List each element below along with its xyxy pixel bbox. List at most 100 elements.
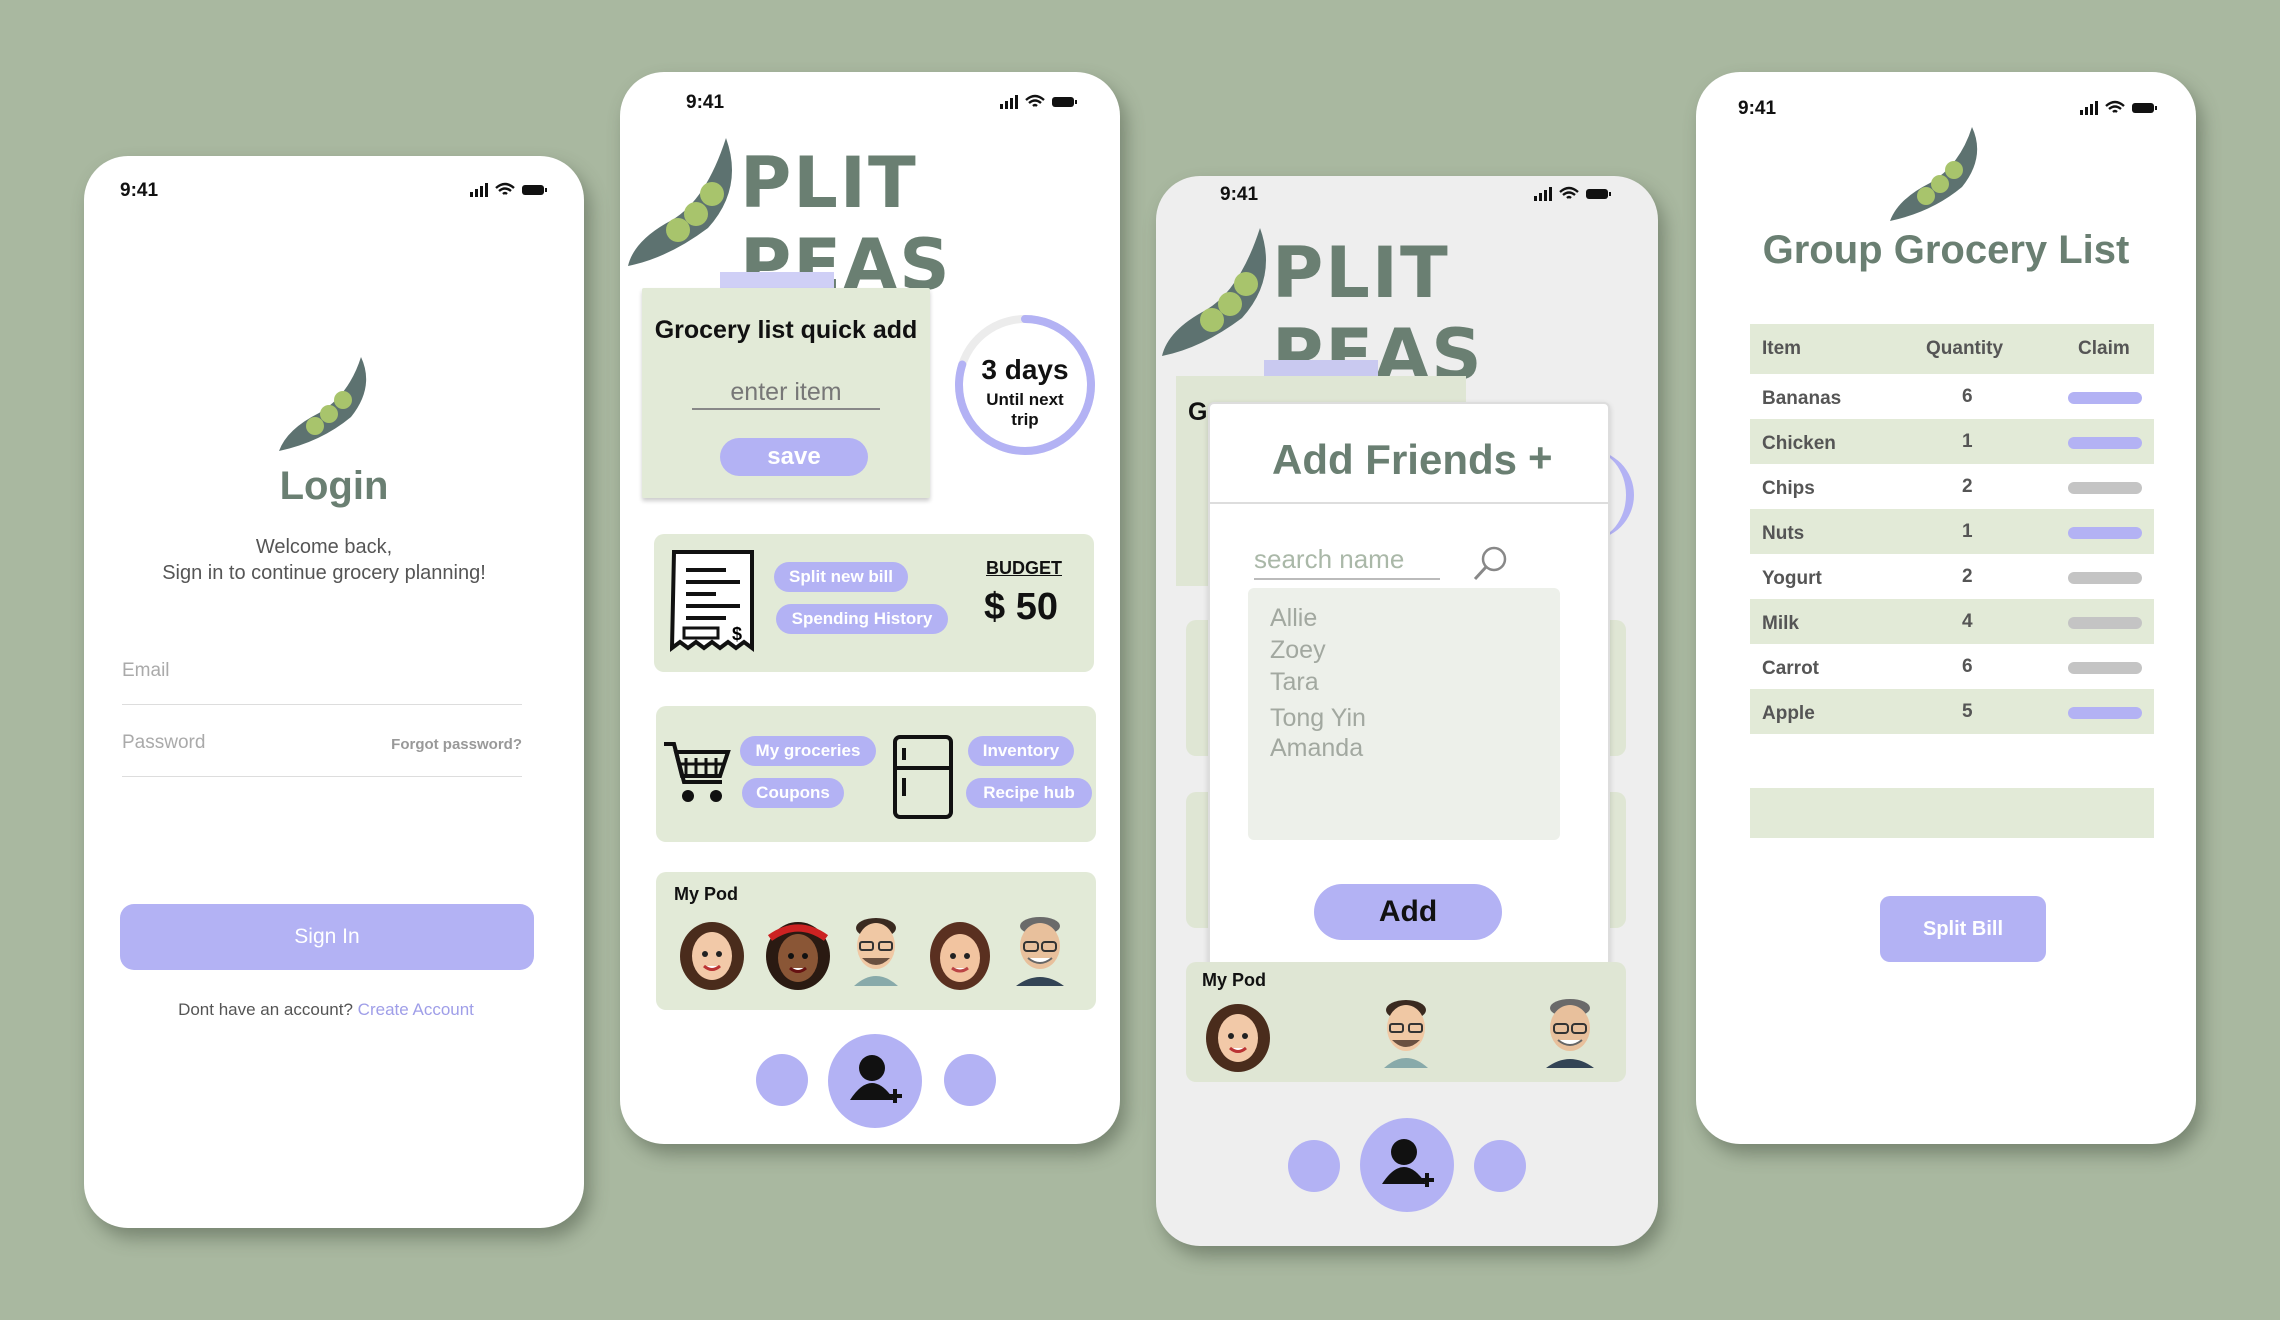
cell-quantity: 2 bbox=[1962, 566, 1973, 587]
table-row: Chicken 1 bbox=[1750, 419, 2154, 464]
cell-item: Yogurt bbox=[1762, 568, 1822, 589]
days-caption-1: Until next bbox=[986, 390, 1064, 409]
status-icons bbox=[1000, 94, 1080, 116]
add-item-row[interactable] bbox=[1750, 788, 2154, 838]
add-friends-screen: 9:41 PLIT PEAS G Add Friends + search na… bbox=[1156, 176, 1658, 1246]
friend-name-4[interactable]: Tong Yin bbox=[1270, 704, 1366, 733]
enter-item-input[interactable]: enter item bbox=[692, 378, 880, 410]
inventory-button[interactable]: Inventory bbox=[968, 736, 1074, 766]
split-bill-button[interactable]: Split Bill bbox=[1880, 896, 2046, 962]
claim-toggle[interactable] bbox=[2068, 662, 2142, 674]
cell-item: Chicken bbox=[1762, 433, 1836, 454]
friend-name-5[interactable]: Amanda bbox=[1270, 734, 1363, 763]
sign-in-button[interactable]: Sign In bbox=[120, 904, 534, 970]
forgot-password-link[interactable]: Forgot password? bbox=[391, 736, 522, 753]
table-row: Chips 2 bbox=[1750, 464, 2154, 509]
table-header: Item Quantity Claim bbox=[1750, 324, 2154, 374]
avatar-friend-3[interactable] bbox=[1368, 992, 1444, 1068]
coupons-button[interactable]: Coupons bbox=[742, 778, 844, 808]
avatar-friend-2[interactable] bbox=[760, 916, 836, 992]
spending-history-button[interactable]: Spending History bbox=[776, 604, 948, 634]
avatar-friend-4[interactable] bbox=[922, 916, 998, 992]
pea-pod-logo bbox=[271, 352, 381, 457]
claim-toggle[interactable] bbox=[2068, 482, 2142, 494]
cell-quantity: 1 bbox=[1962, 431, 1973, 452]
claim-toggle[interactable] bbox=[2068, 392, 2142, 404]
avatar-friend-5[interactable] bbox=[1532, 992, 1608, 1068]
friend-results-list: Allie Zoey Tara Tong Yin Amanda bbox=[1248, 588, 1560, 840]
avatar-friend-3[interactable] bbox=[838, 910, 914, 986]
nav-left-button[interactable] bbox=[756, 1054, 808, 1106]
status-time: 9:41 bbox=[686, 92, 725, 113]
my-pod-label: My Pod bbox=[1202, 970, 1267, 990]
friend-name-2[interactable]: Zoey bbox=[1270, 636, 1326, 665]
claim-toggle[interactable] bbox=[2068, 707, 2142, 719]
status-icons bbox=[1534, 186, 1614, 208]
password-field[interactable]: Password Forgot password? bbox=[122, 732, 522, 777]
save-button[interactable]: save bbox=[720, 438, 868, 476]
friend-name-3[interactable]: Tara bbox=[1270, 668, 1319, 697]
grocery-title: Group Grocery List bbox=[1762, 228, 2130, 272]
modal-title: Add Friends bbox=[1272, 436, 1518, 483]
email-placeholder: Email bbox=[122, 660, 170, 681]
cell-quantity: 4 bbox=[1962, 611, 1973, 632]
claim-toggle[interactable] bbox=[2068, 617, 2142, 629]
add-friend-nav-button[interactable] bbox=[1360, 1118, 1454, 1212]
add-button[interactable]: Add bbox=[1314, 884, 1502, 940]
nav-right-button[interactable] bbox=[1474, 1140, 1526, 1192]
cell-item: Chips bbox=[1762, 478, 1815, 499]
claim-toggle[interactable] bbox=[2068, 437, 2142, 449]
quick-add-card: Grocery list quick add enter item save bbox=[642, 288, 930, 498]
table-row: Nuts 1 bbox=[1750, 509, 2154, 554]
cell-quantity: 6 bbox=[1962, 386, 1973, 407]
cell-item: Nuts bbox=[1762, 523, 1805, 544]
budget-label: BUDGET bbox=[986, 558, 1062, 578]
create-account-link[interactable]: Create Account bbox=[358, 1000, 474, 1019]
email-field[interactable]: Email bbox=[122, 660, 522, 705]
avatar-friend-5[interactable] bbox=[1002, 910, 1078, 986]
table-row: Bananas 6 bbox=[1750, 374, 2154, 419]
my-groceries-button[interactable]: My groceries bbox=[740, 736, 876, 766]
cell-item: Bananas bbox=[1762, 388, 1842, 409]
search-name-input[interactable]: search name bbox=[1254, 544, 1440, 580]
add-friends-modal: Add Friends + search name Allie Zoey Tar… bbox=[1208, 402, 1610, 982]
claim-toggle[interactable] bbox=[2068, 527, 2142, 539]
shopping-card: My groceries Coupons Inventory Recipe hu… bbox=[656, 706, 1096, 842]
friend-name-1[interactable]: Allie bbox=[1270, 604, 1317, 633]
login-screen: 9:41 Login Welcome back, Sign in to cont… bbox=[84, 156, 584, 1228]
recipe-hub-button[interactable]: Recipe hub bbox=[966, 778, 1092, 808]
pea-pod-logo bbox=[1160, 224, 1276, 365]
status-bar: 9:41 bbox=[620, 92, 1120, 122]
days-value: 3 days bbox=[981, 354, 1069, 385]
status-time: 9:41 bbox=[1738, 98, 1777, 119]
status-bar: 9:41 bbox=[1156, 184, 1658, 214]
add-friend-nav-button[interactable] bbox=[828, 1034, 922, 1128]
my-pod-card: My Pod bbox=[1186, 962, 1626, 1082]
add-friend-plus-button[interactable]: + bbox=[1528, 434, 1553, 482]
fridge-icon bbox=[892, 734, 954, 825]
nav-left-button[interactable] bbox=[1288, 1140, 1340, 1192]
pea-pod-logo bbox=[626, 134, 742, 275]
cell-item: Carrot bbox=[1762, 658, 1820, 679]
no-account-text: Dont have an account? bbox=[178, 1000, 353, 1019]
add-person-icon bbox=[850, 1055, 902, 1103]
my-pod-card: My Pod bbox=[656, 872, 1096, 1010]
search-icon[interactable] bbox=[1472, 544, 1510, 587]
password-placeholder: Password bbox=[122, 732, 206, 753]
peek-letter: G bbox=[1188, 398, 1208, 426]
login-title: Login bbox=[279, 464, 389, 508]
avatar-friend-1[interactable] bbox=[1200, 998, 1276, 1074]
welcome-text: Welcome back, bbox=[255, 536, 393, 558]
add-person-icon bbox=[1382, 1139, 1434, 1187]
nav-right-button[interactable] bbox=[944, 1054, 996, 1106]
cell-quantity: 1 bbox=[1962, 521, 1973, 542]
table-row: Yogurt 2 bbox=[1750, 554, 2154, 599]
shopping-cart-icon bbox=[662, 740, 732, 811]
avatar-friend-1[interactable] bbox=[674, 916, 750, 992]
split-new-bill-button[interactable]: Split new bill bbox=[774, 562, 908, 592]
header-item: Item bbox=[1762, 338, 1802, 359]
status-time: 9:41 bbox=[120, 180, 159, 201]
grocery-list-screen: 9:41 Group Grocery List Item Quantity Cl… bbox=[1696, 72, 2196, 1144]
claim-toggle[interactable] bbox=[2068, 572, 2142, 584]
cell-quantity: 2 bbox=[1962, 476, 1973, 497]
